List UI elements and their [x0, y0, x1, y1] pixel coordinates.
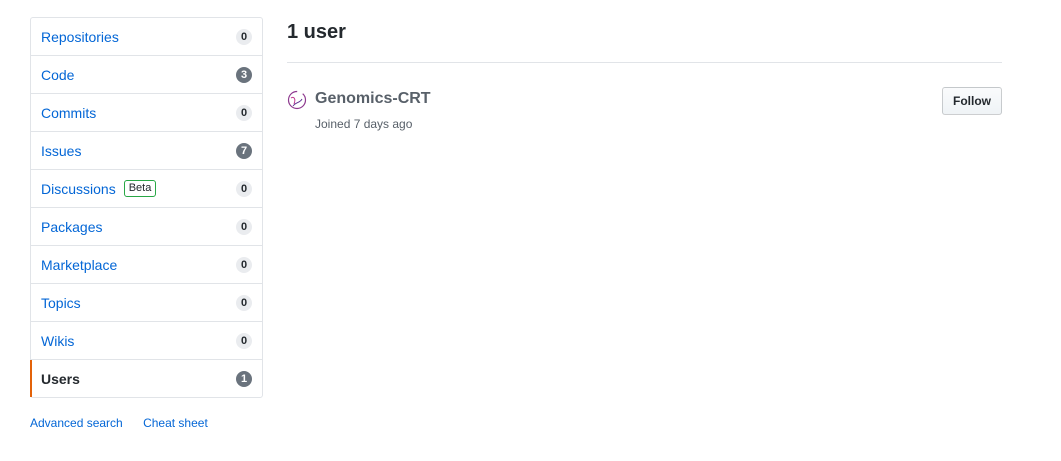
cheat-sheet-link[interactable]: Cheat sheet — [143, 416, 208, 430]
sidebar-item-issues[interactable]: Issues 7 — [31, 132, 262, 170]
count-badge: 1 — [236, 370, 252, 387]
user-name-link[interactable]: Genomics-CRT — [315, 89, 431, 109]
sidebar-item-commits[interactable]: Commits 0 — [31, 94, 262, 132]
sidebar-item-label: Packages — [41, 218, 103, 235]
follow-button[interactable]: Follow — [942, 87, 1002, 115]
count-badge: 0 — [236, 294, 252, 311]
avatar-logo-icon — [287, 90, 307, 110]
count-badge: 0 — [236, 332, 252, 349]
sidebar-item-label: Users — [41, 370, 80, 387]
sidebar-item-topics[interactable]: Topics 0 — [31, 284, 262, 322]
sidebar-item-label: Discussions — [41, 180, 116, 197]
count-badge: 0 — [236, 256, 252, 273]
sidebar-item-label: Marketplace — [41, 256, 118, 273]
count-badge: 3 — [236, 66, 252, 83]
count-badge: 0 — [236, 28, 252, 45]
sidebar-item-label: Issues — [41, 142, 82, 159]
sidebar-footer-links: Advanced search Cheat sheet — [30, 416, 263, 430]
search-results-page: Repositories 0 Code 3 Commits 0 Issues 7… — [0, 0, 1061, 461]
sidebar-item-label: Code — [41, 66, 75, 83]
sidebar-item-label: Topics — [41, 294, 81, 311]
search-results: 1 user Genomics-CRT Joined 7 days ago Fo… — [287, 17, 1002, 149]
count-badge: 7 — [236, 142, 252, 159]
sidebar-item-users[interactable]: Users 1 — [30, 360, 262, 397]
sidebar-item-label-wrap: Discussions Beta — [41, 180, 236, 197]
count-badge: 0 — [236, 104, 252, 121]
search-type-menu: Repositories 0 Code 3 Commits 0 Issues 7… — [30, 17, 263, 398]
user-avatar[interactable] — [287, 90, 307, 110]
sidebar-item-code[interactable]: Code 3 — [31, 56, 262, 94]
search-filter-sidebar: Repositories 0 Code 3 Commits 0 Issues 7… — [30, 17, 263, 430]
user-result-item: Genomics-CRT Joined 7 days ago Follow — [287, 87, 1002, 149]
sidebar-item-repositories[interactable]: Repositories 0 — [31, 18, 262, 56]
count-badge: 0 — [236, 218, 252, 235]
sidebar-item-packages[interactable]: Packages 0 — [31, 208, 262, 246]
sidebar-item-label: Wikis — [41, 332, 75, 349]
sidebar-item-label: Repositories — [41, 28, 119, 45]
sidebar-item-marketplace[interactable]: Marketplace 0 — [31, 246, 262, 284]
results-heading: 1 user — [287, 17, 1002, 63]
beta-label: Beta — [123, 180, 157, 197]
count-badge: 0 — [236, 180, 252, 197]
sidebar-item-wikis[interactable]: Wikis 0 — [31, 322, 262, 360]
advanced-search-link[interactable]: Advanced search — [30, 416, 123, 430]
user-joined-date: Joined 7 days ago — [315, 117, 413, 131]
sidebar-item-discussions[interactable]: Discussions Beta 0 — [31, 170, 262, 208]
sidebar-item-label: Commits — [41, 104, 97, 121]
